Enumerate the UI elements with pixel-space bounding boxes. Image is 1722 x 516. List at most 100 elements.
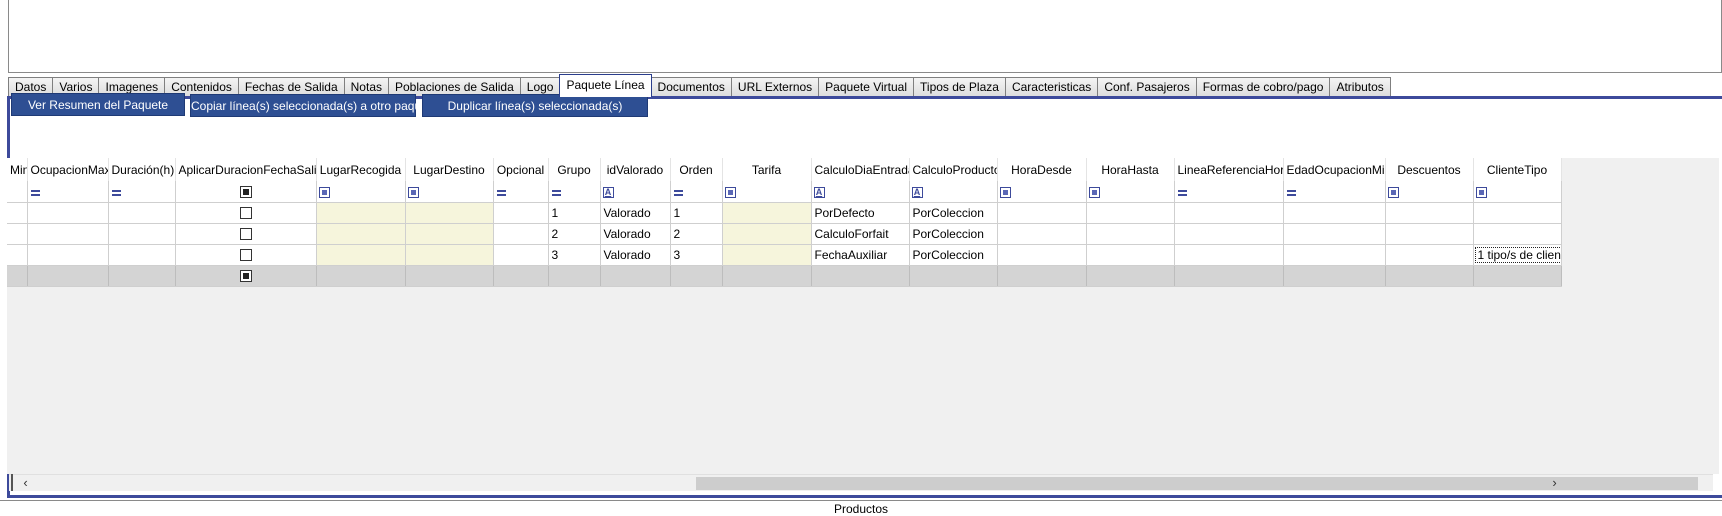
table-cell[interactable] [722, 244, 812, 266]
horizontal-scrollbar[interactable]: ‹ › [9, 474, 1713, 491]
column-header[interactable]: EdadOcupacionMin [1283, 158, 1386, 181]
filter-operator-icon[interactable]: A [911, 186, 923, 198]
table-cell[interactable]: FechaAuxiliar [811, 244, 910, 266]
filter-cell[interactable] [670, 181, 723, 203]
new-row-cell[interactable] [175, 265, 317, 287]
table-cell[interactable] [108, 202, 176, 224]
new-row-cell[interactable] [405, 265, 494, 287]
filter-cell[interactable] [7, 181, 28, 203]
new-row-cell[interactable] [1283, 265, 1386, 287]
filter-operator-icon[interactable] [29, 186, 42, 198]
table-cell[interactable]: CalculoForfait [811, 223, 910, 245]
filter-operator-icon[interactable] [724, 186, 736, 198]
tab-formas-de-cobro-pago[interactable]: Formas de cobro/pago [1195, 77, 1331, 97]
table-cell[interactable]: 2 [670, 223, 723, 245]
table-cell[interactable]: 1 [670, 202, 723, 224]
new-row-cell[interactable] [600, 265, 671, 287]
new-row-cell[interactable] [548, 265, 601, 287]
table-cell[interactable]: 1 tipo/s de cliente [1473, 244, 1562, 266]
column-header[interactable]: Orden [670, 158, 723, 181]
table-cell[interactable] [722, 223, 812, 245]
filter-cell[interactable] [108, 181, 176, 203]
new-row-cell[interactable] [1174, 265, 1284, 287]
table-cell[interactable] [1385, 202, 1474, 224]
table-cell[interactable] [493, 244, 549, 266]
new-row[interactable] [7, 265, 1562, 287]
table-cell[interactable]: 3 [548, 244, 601, 266]
table-cell[interactable] [1473, 223, 1562, 245]
table-cell[interactable] [1283, 202, 1386, 224]
table-cell[interactable] [1385, 223, 1474, 245]
table-cell[interactable] [1086, 223, 1175, 245]
filter-cell[interactable] [548, 181, 601, 203]
table-cell[interactable] [1283, 244, 1386, 266]
filter-cell[interactable] [405, 181, 494, 203]
filter-cell[interactable] [316, 181, 406, 203]
table-cell[interactable]: PorColeccion [909, 202, 998, 224]
filter-cell[interactable] [1283, 181, 1386, 203]
table-cell[interactable] [7, 244, 28, 266]
aplicar-duracion-checkbox[interactable] [239, 207, 252, 220]
column-header[interactable]: HoraHasta [1086, 158, 1175, 181]
table-cell[interactable] [1174, 244, 1284, 266]
table-cell[interactable]: Valorado [600, 202, 671, 224]
filter-operator-icon[interactable] [407, 186, 419, 198]
column-header[interactable]: Grupo [548, 158, 601, 181]
new-row-cell[interactable] [1473, 265, 1562, 287]
filter-operator-icon[interactable]: A [813, 186, 825, 198]
table-cell[interactable]: 2 [548, 223, 601, 245]
tab-caracteristicas[interactable]: Caracteristicas [1004, 77, 1099, 97]
table-cell[interactable] [1086, 244, 1175, 266]
table-row[interactable]: 1 Valorado 1 PorDefecto PorColeccion [7, 202, 1562, 224]
table-cell[interactable] [175, 244, 317, 266]
column-header[interactable]: LugarRecogida [316, 158, 406, 181]
filter-operator-icon[interactable] [1387, 186, 1399, 198]
table-cell[interactable] [108, 223, 176, 245]
filter-operator-icon[interactable] [318, 186, 330, 198]
table-cell[interactable] [27, 244, 109, 266]
table-cell[interactable] [997, 244, 1087, 266]
tab-atributos[interactable]: Atributos [1329, 77, 1391, 97]
table-cell[interactable]: PorColeccion [909, 223, 998, 245]
tab-conf-pasajeros[interactable]: Conf. Pasajeros [1097, 77, 1197, 97]
aplicar-duracion-checkbox[interactable] [239, 228, 252, 241]
column-header[interactable]: CalculoProducto [909, 158, 998, 181]
paquete-linea-grid[interactable]: Min OcupacionMax Duración(h) AplicarDuracio… [7, 158, 1719, 474]
table-cell[interactable] [27, 223, 109, 245]
filter-cell[interactable]: A [909, 181, 998, 203]
column-header[interactable]: OcupacionMax [27, 158, 109, 181]
filter-operator-icon[interactable] [999, 186, 1011, 198]
new-row-cell[interactable] [316, 265, 406, 287]
new-row-cell[interactable] [909, 265, 998, 287]
table-cell[interactable]: PorColeccion [909, 244, 998, 266]
filter-cell[interactable] [1086, 181, 1175, 203]
tab-paquete-l-nea[interactable]: Paquete Línea [559, 74, 652, 97]
ver-resumen-button[interactable]: Ver Resumen del Paquete [11, 93, 185, 116]
table-cell[interactable] [405, 223, 494, 245]
column-header[interactable]: Duración(h) [108, 158, 176, 181]
table-cell[interactable] [405, 202, 494, 224]
table-cell[interactable]: Valorado [600, 223, 671, 245]
filter-operator-icon[interactable] [1475, 186, 1487, 198]
table-cell[interactable] [316, 223, 406, 245]
table-cell[interactable] [175, 223, 317, 245]
copiar-lineas-button[interactable]: Copiar línea(s) seleccionada(s) a otro p… [190, 94, 438, 117]
table-cell[interactable]: PorDefecto [811, 202, 910, 224]
column-header[interactable]: LineaReferenciaHora [1174, 158, 1284, 181]
filter-cell[interactable]: A [600, 181, 671, 203]
column-header[interactable]: Tarifa [722, 158, 812, 181]
filter-operator-icon[interactable] [550, 186, 563, 198]
tab-url-externos[interactable]: URL Externos [730, 77, 820, 97]
scroll-left-arrow-icon[interactable]: ‹ [17, 475, 34, 492]
column-header[interactable]: ClienteTipo [1473, 158, 1562, 181]
duplicar-lineas-button[interactable]: Duplicar línea(s) seleccionada(s) [422, 94, 648, 117]
column-header[interactable]: Descuentos [1385, 158, 1474, 181]
new-row-cell[interactable] [27, 265, 109, 287]
filter-cell[interactable] [1174, 181, 1284, 203]
column-header[interactable]: idValorado [600, 158, 671, 181]
table-cell[interactable] [997, 202, 1087, 224]
tab-tipos-de-plaza[interactable]: Tipos de Plaza [913, 77, 1006, 97]
table-cell[interactable] [722, 202, 812, 224]
filter-cell[interactable] [27, 181, 109, 203]
filter-cell[interactable] [1473, 181, 1562, 203]
